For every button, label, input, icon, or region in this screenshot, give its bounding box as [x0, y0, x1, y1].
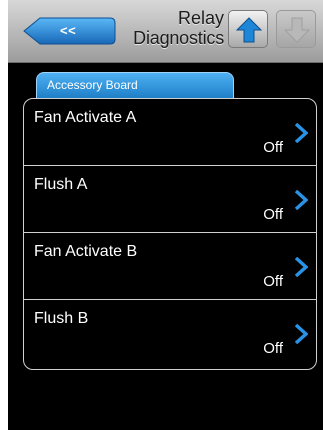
chevron-right-icon: [294, 256, 308, 278]
chevron-right-icon: [294, 189, 308, 211]
relay-state: Off: [263, 273, 283, 290]
page-title: Relay Diagnostics: [108, 8, 224, 48]
list-item[interactable]: Flush B Off: [24, 300, 316, 367]
relay-state: Off: [263, 139, 283, 156]
chevron-right-icon: [294, 122, 308, 144]
relay-label: Flush B: [34, 310, 89, 327]
page-title-line1: Relay: [177, 8, 224, 28]
arrow-down-icon: [283, 17, 311, 43]
list-item[interactable]: Fan Activate A Off: [24, 99, 316, 166]
relay-label: Flush A: [34, 176, 88, 193]
relay-list: Fan Activate A Off Flush A Off Fan Activ…: [23, 98, 317, 370]
header-bar: << Relay Diagnostics: [8, 0, 323, 63]
relay-state: Off: [263, 206, 283, 223]
list-item[interactable]: Fan Activate B Off: [24, 233, 316, 300]
list-item[interactable]: Flush A Off: [24, 166, 316, 233]
page-title-line2: Diagnostics: [133, 28, 224, 48]
scroll-down-button[interactable]: [276, 10, 316, 48]
tab-accessory-board[interactable]: Accessory Board: [36, 72, 234, 98]
scroll-up-button[interactable]: [228, 10, 268, 48]
screen: << Relay Diagnostics Accessory Board Fan…: [8, 0, 323, 430]
relay-label: Fan Activate A: [34, 109, 137, 126]
back-button-label: <<: [60, 23, 77, 38]
relay-state: Off: [263, 340, 283, 357]
back-button[interactable]: <<: [22, 16, 116, 46]
arrow-up-icon: [235, 17, 263, 43]
chevron-right-icon: [294, 323, 308, 345]
relay-label: Fan Activate B: [34, 243, 138, 260]
tab-label: Accessory Board: [47, 78, 138, 92]
